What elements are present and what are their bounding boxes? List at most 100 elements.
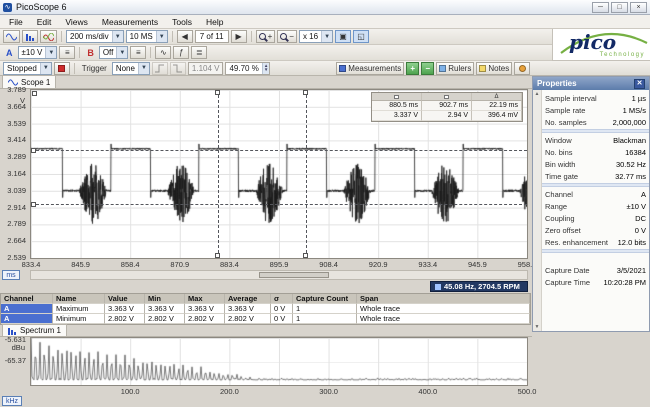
property-value: 30.52 Hz — [616, 160, 646, 169]
voltage-ruler-1-handle[interactable] — [31, 148, 36, 153]
time-ruler-2[interactable] — [306, 90, 307, 258]
awg-button[interactable]: ∿ — [155, 46, 171, 59]
frequency-readout-text: 45.08 Hz, 2704.5 RPM — [444, 282, 520, 291]
spectrum-trace-canvas[interactable] — [31, 338, 527, 385]
math-channels-button[interactable]: ƒ — [173, 46, 189, 59]
table-cell: 3.363 V — [185, 304, 225, 314]
channel-b-options-button[interactable]: ≡ — [130, 46, 146, 59]
trigger-mode-select[interactable]: None▼ — [112, 62, 150, 75]
time-ruler-1-handle[interactable] — [215, 90, 220, 95]
properties-close-button[interactable]: ✕ — [634, 79, 645, 89]
measurements-button[interactable]: Measurements — [336, 62, 404, 75]
time-ruler-2-bottom-handle[interactable] — [303, 253, 308, 258]
menu-item-help[interactable]: Help — [199, 16, 230, 28]
rulers-button[interactable]: Rulers — [436, 62, 474, 75]
record-button[interactable] — [54, 62, 70, 75]
table-row[interactable]: AMaximum3.363 V3.363 V3.363 V3.363 V0 V1… — [1, 304, 530, 314]
title-bar: ∿ PicoScope 6 ─ □ × — [0, 0, 650, 15]
channel-a-chip[interactable]: A — [3, 48, 16, 58]
property-row: No. samples2,000,000 — [542, 116, 649, 128]
notes-button[interactable]: Notes — [476, 62, 512, 75]
time-ruler-2-handle[interactable] — [303, 90, 308, 95]
spinner-icon[interactable]: ▲▼ — [262, 63, 269, 74]
scope-mode-button[interactable] — [3, 30, 20, 43]
channels-toolbar: A ±10 V▼ ≡ B Off▼ ≡ ∿ ƒ ≣ — [0, 45, 552, 61]
minimize-button[interactable]: ─ — [592, 2, 609, 13]
scroll-up-icon[interactable]: ▲ — [533, 91, 541, 97]
scope-plot-area[interactable]: Δ 880.5 ms 902.7 ms 22.19 ms 3.337 V 2.9… — [30, 89, 528, 259]
trigger-toolbar: Stopped▼ Trigger None▼ 1.104 V 49.70 %▲▼… — [0, 61, 650, 76]
ruler-volt-2: 2.94 V — [422, 111, 472, 121]
table-cell: 1 — [293, 314, 357, 324]
property-label: Bin width — [545, 160, 575, 169]
add-measurement-button[interactable]: + — [406, 62, 419, 75]
properties-header: Properties ✕ — [533, 77, 649, 90]
ruler-time-1: 880.5 ms — [372, 101, 422, 111]
window-title: PicoScope 6 — [16, 2, 67, 12]
property-value: 10:20:28 PM — [603, 278, 646, 287]
close-button[interactable]: × — [630, 2, 647, 13]
zoom-full-view-button[interactable]: ◱ — [353, 30, 369, 43]
digital-inputs-button[interactable]: ≣ — [191, 46, 207, 59]
table-cell: A — [1, 304, 53, 314]
voltage-ruler-2-handle[interactable] — [31, 202, 36, 207]
zoom-factor-value: x 16 — [303, 32, 318, 41]
measurements-table: ChannelNameValueMinMaxAverageσCapture Co… — [0, 293, 531, 325]
channel-a-range-select[interactable]: ±10 V▼ — [18, 46, 58, 59]
samples-select[interactable]: 10 MS▼ — [126, 30, 168, 43]
table-cell: Whole trace — [357, 304, 530, 314]
menu-item-views[interactable]: Views — [58, 16, 95, 28]
scroll-down-icon[interactable]: ▼ — [533, 324, 541, 330]
menu-item-edit[interactable]: Edit — [30, 16, 59, 28]
chevron-down-icon: ▼ — [116, 47, 127, 58]
ruler-spawn-handle[interactable] — [32, 91, 37, 96]
channel-a-options-button[interactable]: ≡ — [59, 46, 75, 59]
menu-item-tools[interactable]: Tools — [165, 16, 199, 28]
voltage-ruler-1[interactable] — [31, 150, 527, 151]
property-value: 0 V — [635, 226, 646, 235]
spectrum-plot-area[interactable] — [30, 337, 528, 386]
timebase-select[interactable]: 200 ms/div▼ — [66, 30, 124, 43]
alarms-button[interactable] — [514, 62, 530, 75]
time-ruler-1-bottom-handle[interactable] — [215, 253, 220, 258]
prev-waveform-button[interactable]: ◀ — [177, 30, 193, 43]
pre-trigger-field[interactable]: 49.70 %▲▼ — [225, 62, 270, 75]
maximize-button[interactable]: □ — [611, 2, 628, 13]
zoom-overview-button[interactable]: ▣ — [335, 30, 351, 43]
menu-item-measurements[interactable]: Measurements — [95, 16, 165, 28]
next-waveform-button[interactable]: ▶ — [231, 30, 247, 43]
scope-scrollbar-thumb[interactable] — [259, 272, 329, 278]
delete-measurement-button[interactable]: − — [421, 62, 434, 75]
voltage-ruler-2[interactable] — [31, 204, 527, 205]
chevron-down-icon: ▼ — [321, 31, 332, 42]
magnifier-minus-icon — [280, 33, 287, 40]
properties-scrollbar[interactable]: ▲ ▼ — [533, 90, 542, 331]
timebase-value: 200 ms/div — [70, 32, 109, 41]
persistence-mode-button[interactable] — [40, 30, 57, 43]
menu-item-file[interactable]: File — [2, 16, 30, 28]
chevron-down-icon: ▼ — [156, 31, 167, 42]
samples-value: 10 MS — [130, 32, 153, 41]
channel-b-chip[interactable]: B — [84, 48, 97, 58]
zoom-out-button[interactable]: − — [277, 30, 297, 43]
logo-wordmark: pico — [569, 30, 616, 54]
rising-edge-button[interactable] — [152, 62, 168, 75]
property-row: WindowBlackman — [542, 134, 649, 146]
property-label: Capture Date — [545, 266, 590, 275]
channel-b-mode-select[interactable]: Off▼ — [99, 46, 128, 59]
table-cell: Maximum — [53, 304, 105, 314]
time-ruler-1[interactable] — [218, 90, 219, 258]
run-mode-select[interactable]: Stopped▼ — [3, 62, 52, 75]
zoom-in-button[interactable]: + — [256, 30, 276, 43]
scope-scrollbar[interactable] — [30, 270, 528, 280]
spectrum-mode-button[interactable] — [22, 30, 38, 43]
property-value: A — [641, 190, 646, 199]
zoom-factor-select[interactable]: x 16▼ — [299, 30, 333, 43]
rulers-label: Rulers — [448, 64, 471, 73]
ruler-icon — [439, 65, 446, 72]
table-row[interactable]: AMinimum2.802 V2.802 V2.802 V2.802 V0 V1… — [1, 314, 530, 324]
table-cell: 3.363 V — [225, 304, 271, 314]
trigger-level-field[interactable]: 1.104 V — [188, 62, 224, 75]
table-cell: Minimum — [53, 314, 105, 324]
falling-edge-button[interactable] — [170, 62, 186, 75]
